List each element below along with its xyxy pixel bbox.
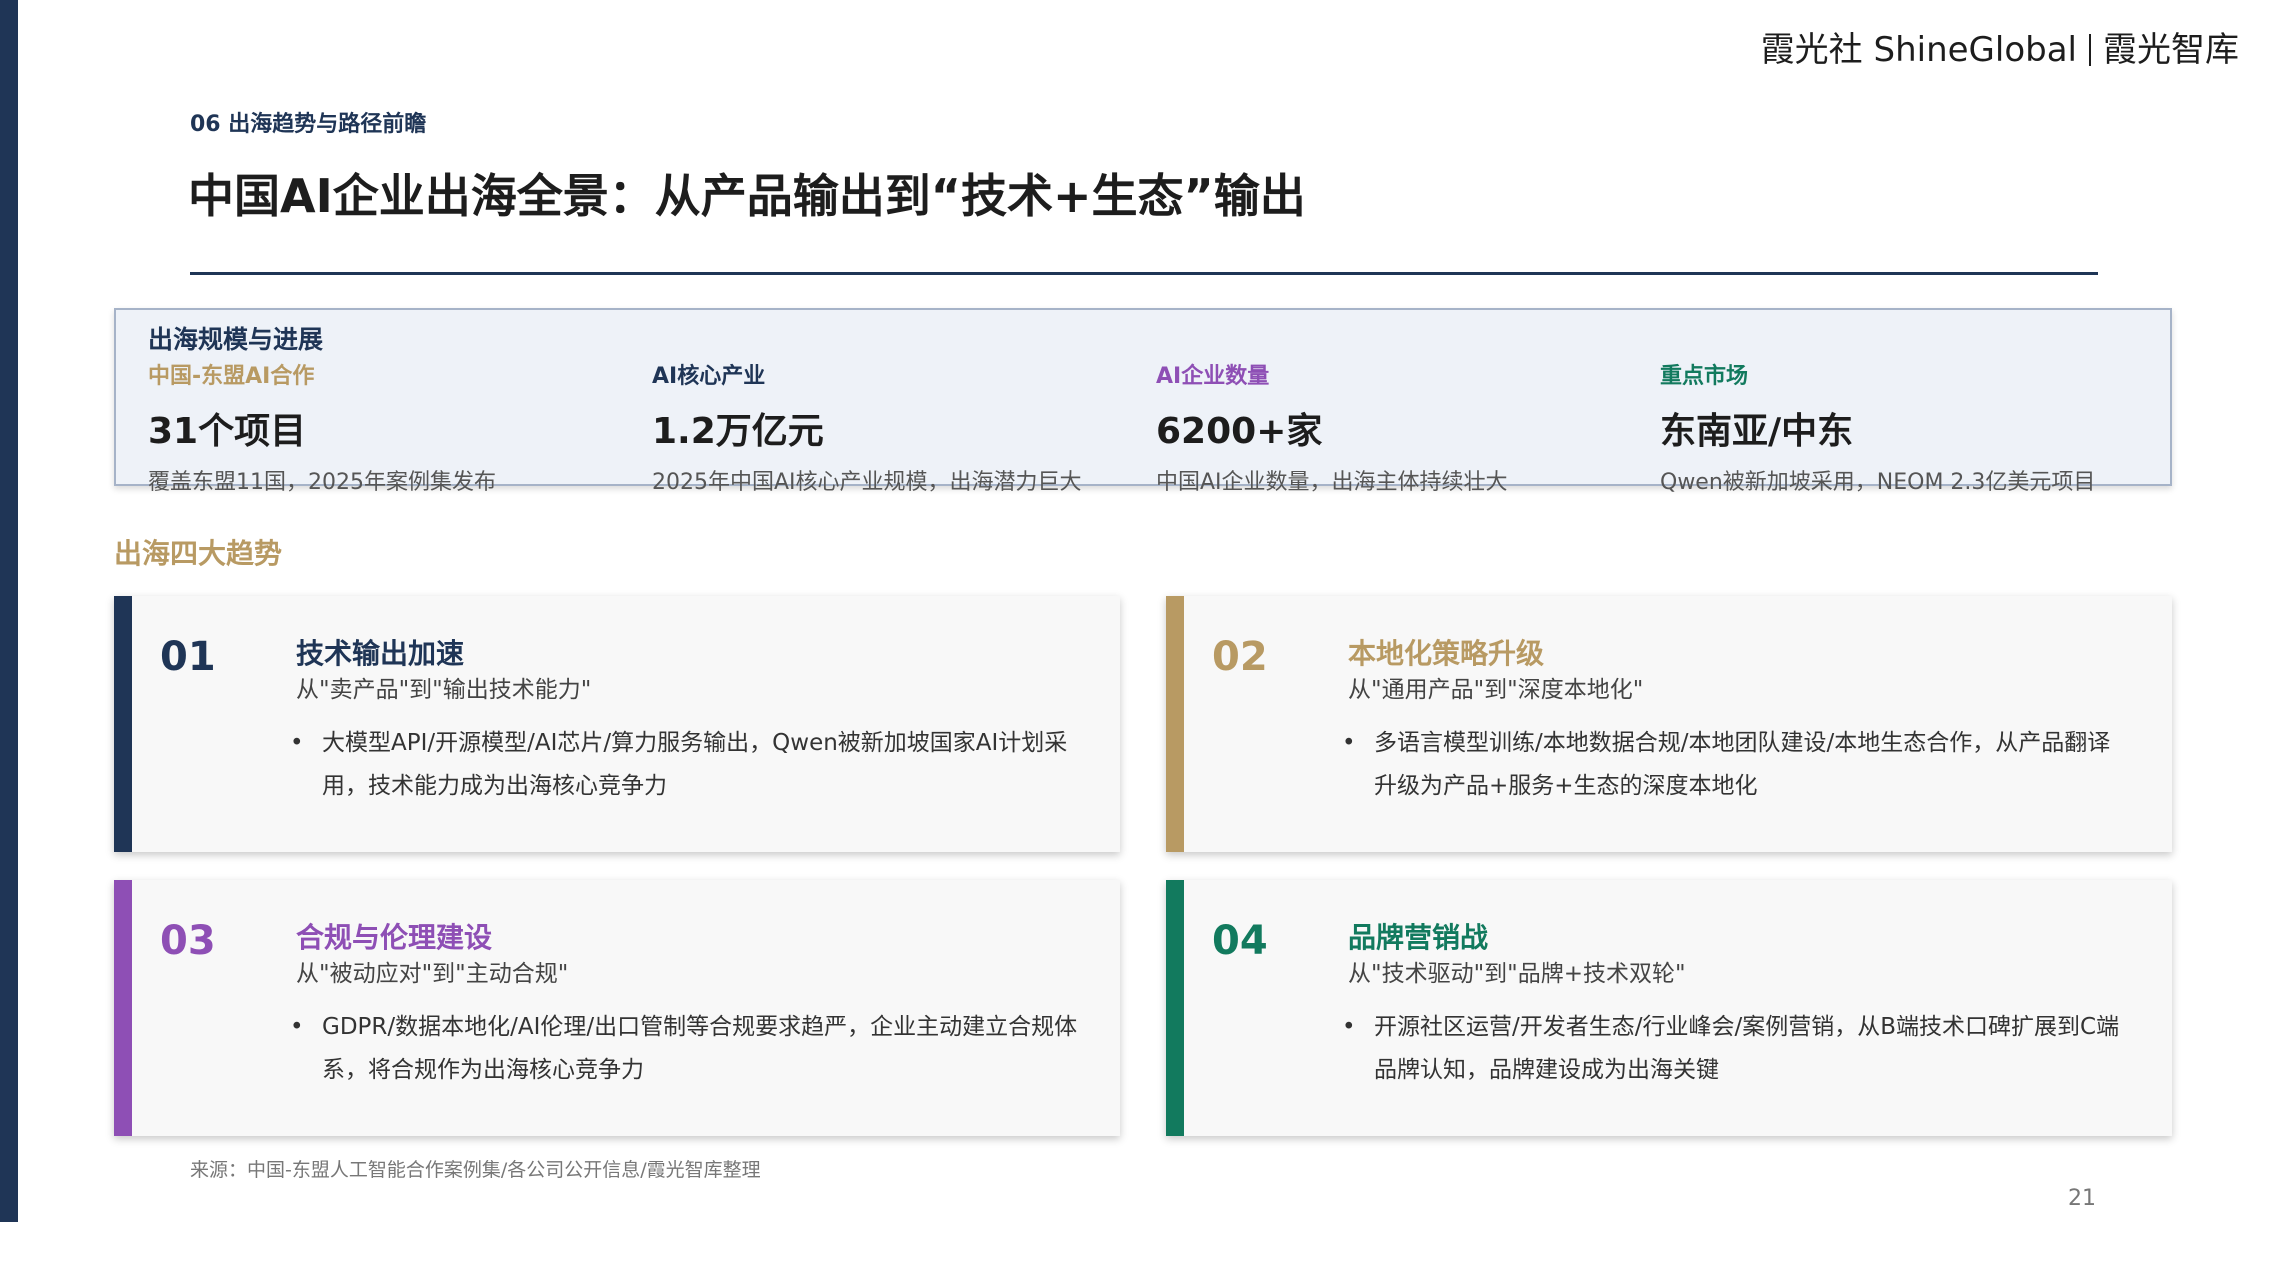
bullet-dot-icon: • <box>1342 730 1356 756</box>
card-bullet: • 多语言模型训练/本地数据合规/本地团队建设/本地生态合作，从产品翻译升级为产… <box>1342 722 2132 808</box>
stat-desc: 2025年中国AI核心产业规模，出海潜力巨大 <box>652 470 1082 495</box>
title-divider <box>190 272 2098 275</box>
card-title: 技术输出加速 <box>296 637 465 670</box>
brand-shineglobal: 霞光社 ShineGlobal <box>1760 30 2077 70</box>
card-accent-bar <box>114 596 132 852</box>
left-accent-bar <box>0 0 18 1222</box>
card-number: 03 <box>160 918 216 964</box>
stat-ai-core-industry: AI核心产业 1.2万亿元 2025年中国AI核心产业规模，出海潜力巨大 <box>652 358 1152 496</box>
bullet-dot-icon: • <box>290 730 304 756</box>
card-title: 合规与伦理建设 <box>296 921 493 954</box>
stat-ai-companies: AI企业数量 6200+家 中国AI企业数量，出海主体持续壮大 <box>1156 358 1656 496</box>
stat-desc: 中国AI企业数量，出海主体持续壮大 <box>1156 470 1508 495</box>
card-number: 02 <box>1212 634 1268 680</box>
stat-value: 6200+家 <box>1156 411 1323 452</box>
stats-heading: 出海规模与进展 <box>148 325 324 354</box>
stat-value: 东南亚/中东 <box>1660 411 1854 452</box>
stat-desc: 覆盖东盟11国，2025年案例集发布 <box>148 470 496 495</box>
card-bullet: • 大模型API/开源模型/AI芯片/算力服务输出，Qwen被新加坡国家AI计划… <box>290 722 1080 808</box>
section-tag: 06 出海趋势与路径前瞻 <box>190 112 427 137</box>
trends-heading: 出海四大趋势 <box>114 537 283 570</box>
stat-key-markets: 重点市场 东南亚/中东 Qwen被新加坡采用，NEOM 2.3亿美元项目 <box>1660 358 2160 496</box>
card-subtitle: 从"卖产品"到"输出技术能力" <box>296 677 592 703</box>
card-accent-bar <box>1166 880 1184 1136</box>
brand-separator <box>2089 34 2091 66</box>
card-accent-bar <box>1166 596 1184 852</box>
card-bullet: • GDPR/数据本地化/AI伦理/出口管制等合规要求趋严，企业主动建立合规体系… <box>290 1006 1080 1092</box>
bullet-dot-icon: • <box>1342 1014 1356 1040</box>
card-subtitle: 从"技术驱动"到"品牌+技术双轮" <box>1348 961 1686 987</box>
brand-logo: 霞光社 ShineGlobal 霞光智库 <box>1761 22 2239 71</box>
card-subtitle: 从"通用产品"到"深度本地化" <box>1348 677 1644 703</box>
trend-card-01: 01 技术输出加速 从"卖产品"到"输出技术能力" • 大模型API/开源模型/… <box>114 596 1120 852</box>
stat-label: 重点市场 <box>1660 364 1749 389</box>
stat-value: 31个项目 <box>148 411 307 452</box>
stat-label: AI核心产业 <box>652 364 766 389</box>
trend-card-02: 02 本地化策略升级 从"通用产品"到"深度本地化" • 多语言模型训练/本地数… <box>1166 596 2172 852</box>
trend-card-04: 04 品牌营销战 从"技术驱动"到"品牌+技术双轮" • 开源社区运营/开发者生… <box>1166 880 2172 1136</box>
source-note: 来源：中国-东盟人工智能合作案例集/各公司公开信息/霞光智库整理 <box>190 1159 761 1181</box>
bullet-dot-icon: • <box>290 1014 304 1040</box>
stat-desc: Qwen被新加坡采用，NEOM 2.3亿美元项目 <box>1660 470 2096 495</box>
card-bullet-text: 大模型API/开源模型/AI芯片/算力服务输出，Qwen被新加坡国家AI计划采用… <box>322 730 1068 799</box>
card-number: 01 <box>160 634 216 680</box>
card-bullet-text: 多语言模型训练/本地数据合规/本地团队建设/本地生态合作，从产品翻译升级为产品+… <box>1374 730 2111 799</box>
card-bullet-text: GDPR/数据本地化/AI伦理/出口管制等合规要求趋严，企业主动建立合规体系，将… <box>322 1014 1078 1083</box>
stat-asean-cooperation: 中国-东盟AI合作 31个项目 覆盖东盟11国，2025年案例集发布 <box>148 358 648 496</box>
stats-panel: 出海规模与进展 中国-东盟AI合作 31个项目 覆盖东盟11国，2025年案例集… <box>114 308 2172 495</box>
card-number: 04 <box>1212 918 1268 964</box>
stat-value: 1.2万亿元 <box>652 411 824 452</box>
card-bullet: • 开源社区运营/开发者生态/行业峰会/案例营销，从B端技术口碑扩展到C端品牌认… <box>1342 1006 2132 1092</box>
brand-think-tank: 霞光智库 <box>2103 30 2239 70</box>
card-subtitle: 从"被动应对"到"主动合规" <box>296 961 569 987</box>
stat-label: 中国-东盟AI合作 <box>148 364 315 389</box>
card-accent-bar <box>114 880 132 1136</box>
card-title: 本地化策略升级 <box>1348 637 1545 670</box>
page-title: 中国AI企业出海全景：从产品输出到“技术+生态”输出 <box>188 169 1306 223</box>
stat-label: AI企业数量 <box>1156 364 1270 389</box>
page-number: 21 <box>2068 1186 2096 1211</box>
trend-card-03: 03 合规与伦理建设 从"被动应对"到"主动合规" • GDPR/数据本地化/A… <box>114 880 1120 1136</box>
card-bullet-text: 开源社区运营/开发者生态/行业峰会/案例营销，从B端技术口碑扩展到C端品牌认知，… <box>1374 1014 2120 1083</box>
card-title: 品牌营销战 <box>1348 921 1489 954</box>
